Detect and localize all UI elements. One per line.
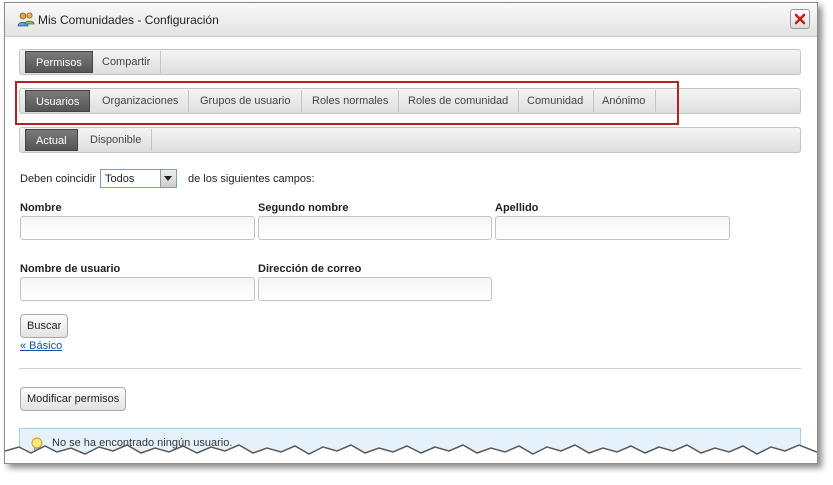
modify-permissions-button[interactable]: Modificar permisos [20,387,127,411]
tab-disponible[interactable]: Disponible [80,129,153,151]
main-tabbar: Permisos Compartir [19,49,801,75]
select-arrow[interactable] [160,170,176,187]
email-input[interactable] [258,277,492,301]
dialog-title: Mis Comunidades - Configuración [38,13,219,27]
middle-name-label: Segundo nombre [258,202,349,214]
tab-compartir[interactable]: Compartir [92,51,162,73]
match-select-value: Todos [105,173,135,185]
last-name-label: Apellido [495,202,539,214]
screen-name-input[interactable] [20,277,255,301]
middle-name-input[interactable] [258,216,492,240]
dialog-titlebar: Mis Comunidades - Configuración [5,3,817,37]
status-tabbar: Actual Disponible [19,127,801,153]
search-button[interactable]: Buscar [20,314,69,338]
last-name-input[interactable] [495,216,730,240]
match-suffix: de los siguientes campos: [188,173,315,185]
first-name-input[interactable] [20,216,255,240]
basic-search-link[interactable]: « Básico [20,340,62,352]
configuration-dialog: Mis Comunidades - Configuración Permisos… [4,2,818,464]
close-icon [794,13,806,25]
roles-tabs-highlight [15,81,679,125]
chevron-down-icon [164,176,172,181]
tab-permisos[interactable]: Permisos [25,51,93,73]
torn-edge [5,444,817,463]
tab-actual[interactable]: Actual [25,129,78,151]
email-label: Dirección de correo [258,263,362,275]
first-name-label: Nombre [20,202,62,214]
match-select[interactable]: Todos [100,169,177,188]
section-divider [19,368,801,369]
screen-name-label: Nombre de usuario [20,263,121,275]
close-button[interactable] [790,9,810,29]
match-prefix: Deben coincidir [20,173,96,185]
users-icon [17,12,35,27]
